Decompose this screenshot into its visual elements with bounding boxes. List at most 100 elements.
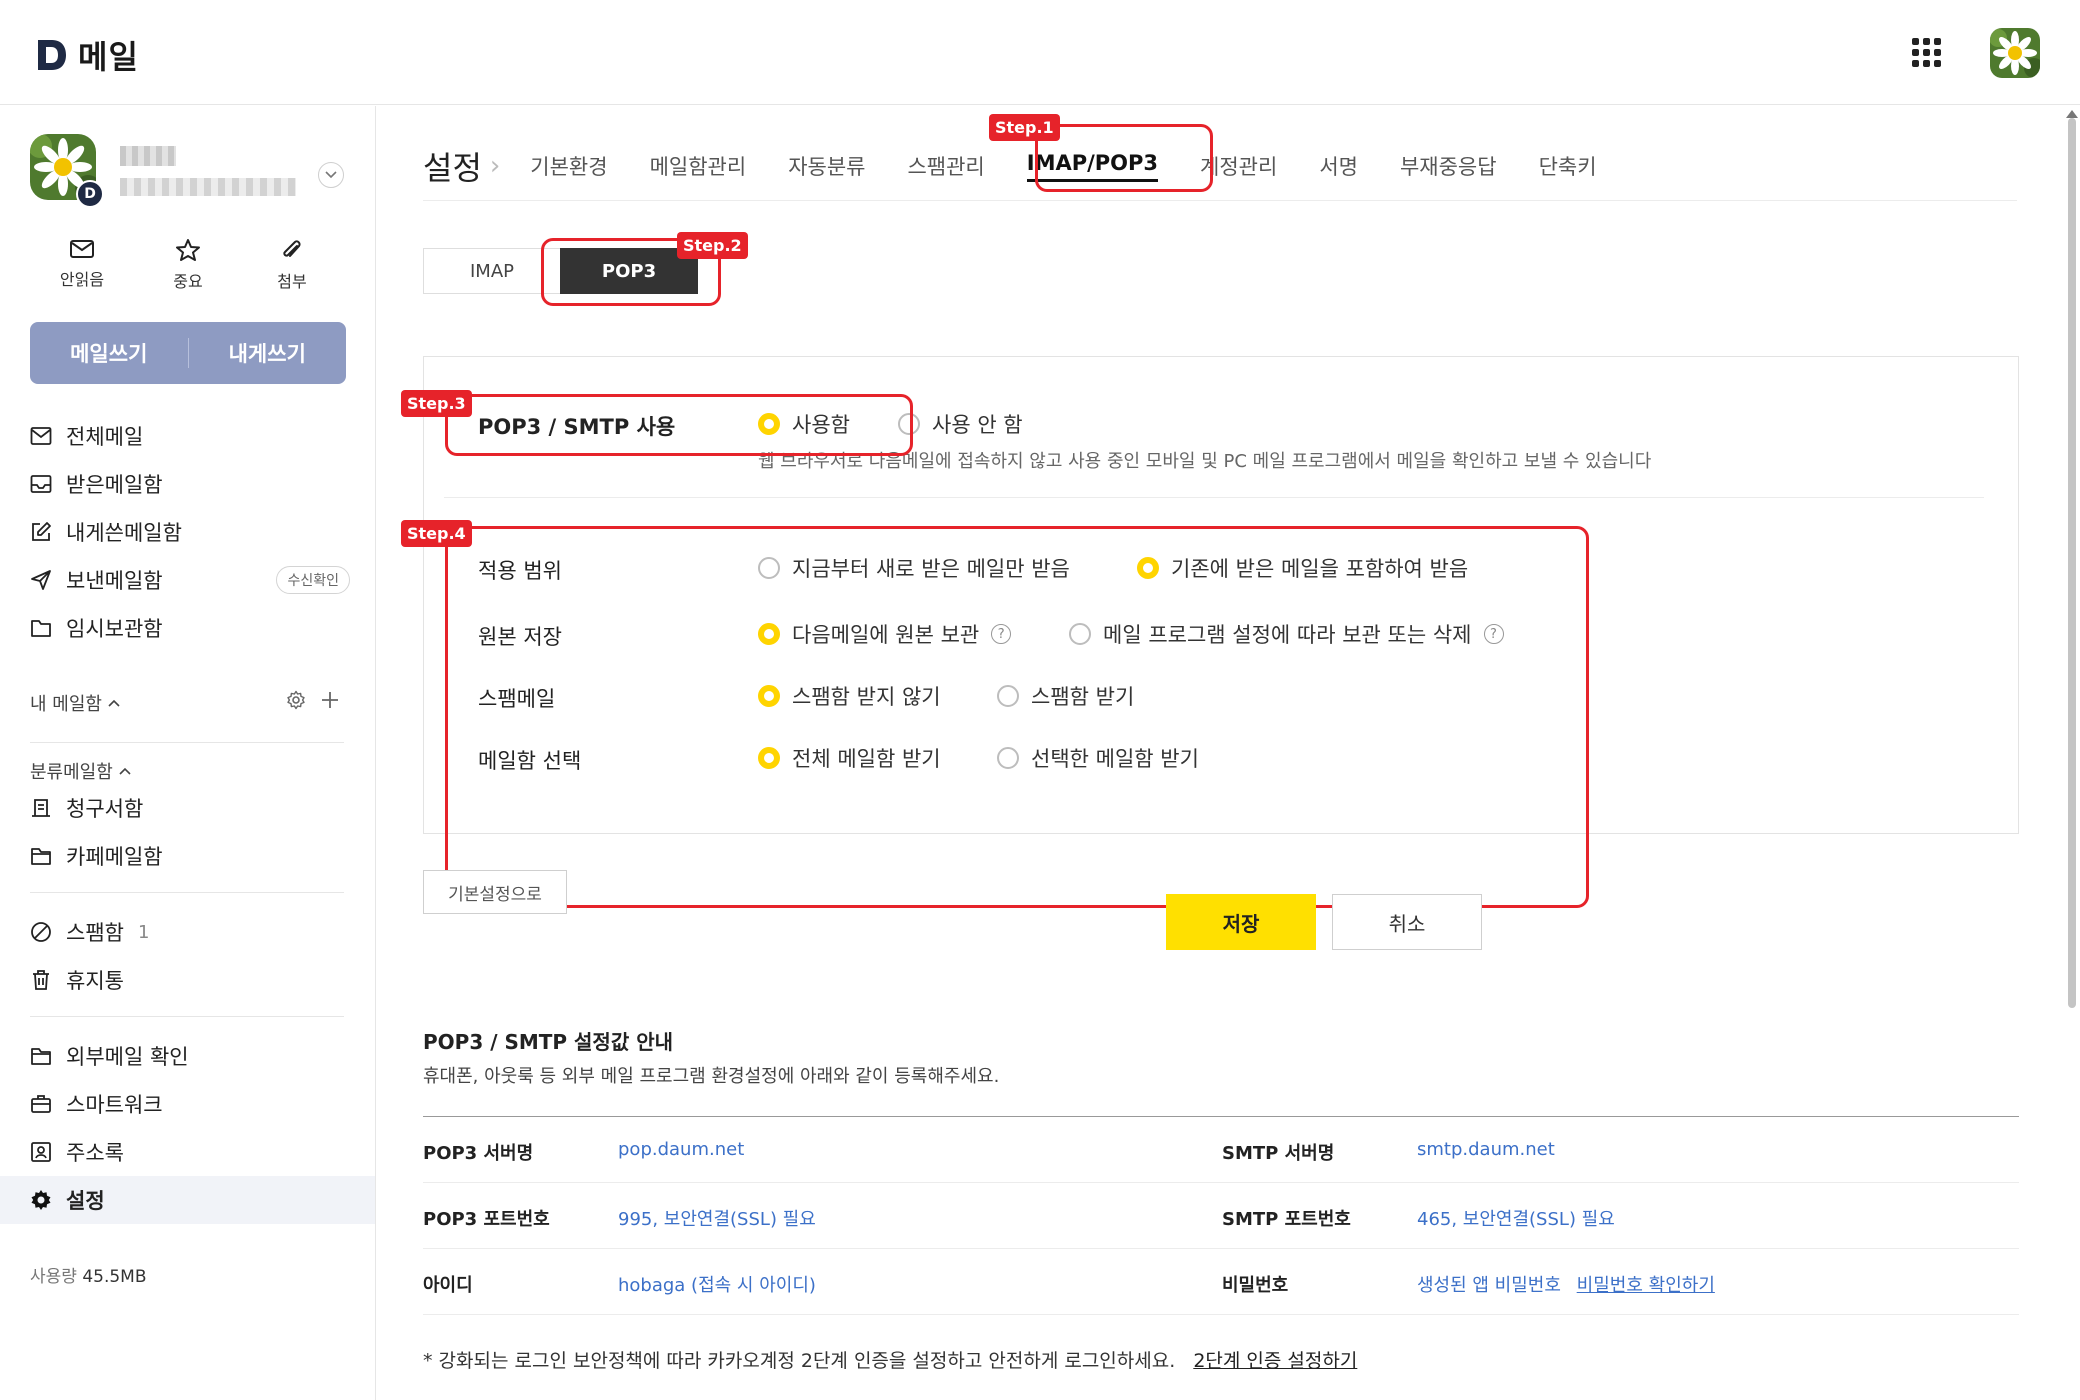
nav-item-sent[interactable]: 보낸메일함 수신확인 <box>30 560 350 600</box>
receipt-icon <box>32 799 50 817</box>
profile-email-blurred <box>120 178 296 196</box>
reset-default-button[interactable]: 기본설정으로 <box>423 870 567 914</box>
scroll-up-arrow-icon[interactable] <box>2066 110 2078 118</box>
mailbox-all-radio[interactable]: 전체 메일함 받기 <box>758 743 941 773</box>
tab-imap-pop3[interactable]: IMAP/POP3 <box>1026 151 1159 182</box>
radio-label: 스팸함 받지 않기 <box>792 685 941 709</box>
tab-spam[interactable]: 스팸관리 <box>907 151 984 181</box>
scope-new-only-radio[interactable]: 지금부터 새로 받은 메일만 받음 <box>758 553 1070 583</box>
id-key: 아이디 <box>423 1275 473 1296</box>
write-mail-button[interactable]: 메일쓰기 <box>30 338 188 368</box>
quick-unread-label: 안읽음 <box>59 270 105 289</box>
tab-auto-sort[interactable]: 자동분류 <box>788 151 865 181</box>
original-follow-program-radio[interactable]: 메일 프로그램 설정에 따라 보관 또는 삭제 ? <box>1069 619 1504 649</box>
imap-segment[interactable]: IMAP <box>423 248 561 294</box>
my-mailbox-section[interactable]: 내 메일함 <box>30 690 120 716</box>
guide-subtitle: 휴대폰, 아웃룩 등 외부 메일 프로그램 환경설정에 아래와 같이 등록해주세… <box>423 1066 1000 1087</box>
quick-important[interactable]: 중요 <box>148 238 228 292</box>
usage-value: 45.5MB <box>82 1267 147 1287</box>
check-password-link[interactable]: 비밀번호 확인하기 <box>1577 1275 1715 1296</box>
daum-logo-icon <box>38 40 66 70</box>
nav-item-settings[interactable]: 설정 <box>0 1176 375 1224</box>
nav-label: 받은메일함 <box>66 473 163 497</box>
nav-item-cafe[interactable]: 카페메일함 <box>30 836 350 876</box>
folder-icon <box>31 620 51 637</box>
scrollbar-thumb[interactable] <box>2068 118 2076 1008</box>
briefcase-icon <box>31 1095 51 1113</box>
original-keep-radio[interactable]: 다음메일에 원본 보관 ? <box>758 619 1012 649</box>
sidebar-divider <box>30 742 344 743</box>
nav-item-all-mail[interactable]: 전체메일 <box>30 416 350 456</box>
save-button[interactable]: 저장 <box>1166 894 1316 950</box>
cancel-button[interactable]: 취소 <box>1332 894 1482 950</box>
nav-item-drafts[interactable]: 임시보관함 <box>30 608 350 648</box>
section-label: 분류메일함 <box>30 762 113 783</box>
user-avatar[interactable] <box>1990 28 2040 78</box>
radio-label: 사용함 <box>792 413 850 437</box>
nav-label: 내게쓴메일함 <box>66 521 182 545</box>
radio-checked-icon <box>758 685 780 707</box>
inbox-icon <box>30 475 52 493</box>
radio-checked-icon <box>1137 557 1159 579</box>
mailbox-selected-radio[interactable]: 선택한 메일함 받기 <box>997 743 1199 773</box>
write-to-self-button[interactable]: 내게쓰기 <box>189 338 347 368</box>
pop3-use-on-radio[interactable]: 사용함 <box>758 409 850 439</box>
pop3-use-off-radio[interactable]: 사용 안 함 <box>898 409 1023 439</box>
nav-item-contacts[interactable]: 주소록 <box>30 1132 350 1172</box>
panel-divider <box>444 497 1984 498</box>
tab-account[interactable]: 계정관리 <box>1200 151 1277 181</box>
nav-label: 주소록 <box>66 1141 124 1165</box>
nav-item-inbox[interactable]: 받은메일함 <box>30 464 350 504</box>
quick-important-label: 중요 <box>173 272 203 291</box>
envelope-icon <box>70 240 94 258</box>
pop3-server-value: pop.daum.net <box>618 1139 745 1160</box>
spam-include-radio[interactable]: 스팸함 받기 <box>997 681 1134 711</box>
star-icon <box>176 239 200 261</box>
gear-icon[interactable] <box>286 690 306 710</box>
id-value: hobaga (접속 시 아이디) <box>618 1275 816 1296</box>
read-receipt-button[interactable]: 수신확인 <box>276 566 350 594</box>
nav-item-spam[interactable]: 스팸함 1 <box>30 912 350 952</box>
quick-attachment[interactable]: 첨부 <box>252 238 332 292</box>
category-section[interactable]: 분류메일함 <box>30 758 131 784</box>
pop3-server-key: POP3 서버명 <box>423 1143 534 1164</box>
radio-unchecked-icon <box>997 685 1019 707</box>
profile-dropdown-button[interactable] <box>318 162 344 188</box>
nav-item-to-me[interactable]: 내게쓴메일함 <box>30 512 350 552</box>
pop3-settings-panel: POP3 / SMTP 사용 사용함 사용 안 함 웹 브라우저로 다음메일에 … <box>423 356 2019 834</box>
two-factor-setup-link[interactable]: 2단계 인증 설정하기 <box>1193 1350 1357 1372</box>
daum-mail-logo[interactable]: 메일 <box>36 32 139 78</box>
sidebar: D 안읽음 중요 첨부 메일쓰기 내게쓰기 전체메일 받은메일함 내게쓴메일함 … <box>0 106 376 1400</box>
nav-item-external-mail[interactable]: 외부메일 확인 <box>30 1036 350 1076</box>
scope-include-existing-radio[interactable]: 기존에 받은 메일을 포함하여 받음 <box>1137 553 1468 583</box>
tab-auto-reply[interactable]: 부재중응답 <box>1400 151 1497 181</box>
spam-count: 1 <box>137 921 150 943</box>
apps-grid-icon[interactable] <box>1912 38 1942 68</box>
tabs-divider <box>423 200 2017 201</box>
tab-mailbox[interactable]: 메일함관리 <box>650 151 747 181</box>
tab-signature[interactable]: 서명 <box>1319 151 1358 181</box>
help-icon[interactable]: ? <box>1483 624 1504 644</box>
folder-icon <box>31 848 51 865</box>
daisy-avatar-icon <box>1990 28 2040 78</box>
help-icon[interactable]: ? <box>991 624 1012 644</box>
scope-label: 적용 범위 <box>478 559 562 583</box>
nav-item-bills[interactable]: 청구서함 <box>30 788 350 828</box>
password-key: 비밀번호 <box>1222 1275 1289 1296</box>
radio-label: 메일 프로그램 설정에 따라 보관 또는 삭제 <box>1103 623 1472 647</box>
server-info-table: POP3 서버명 pop.daum.net SMTP 서버명 smtp.daum… <box>423 1116 2019 1315</box>
spam-exclude-radio[interactable]: 스팸함 받지 않기 <box>758 681 941 711</box>
profile-badge: D <box>76 180 104 208</box>
nav-item-smartwork[interactable]: 스마트워크 <box>30 1084 350 1124</box>
edit-note-icon <box>32 522 51 541</box>
mailbox-select-label: 메일함 선택 <box>478 749 582 773</box>
smtp-port-value: 465, 보안연결(SSL) 필요 <box>1417 1209 1615 1230</box>
quick-unread[interactable]: 안읽음 <box>42 238 122 290</box>
nav-item-trash[interactable]: 휴지통 <box>30 960 350 1000</box>
pop3-port-value: 995, 보안연결(SSL) 필요 <box>618 1209 816 1230</box>
chevron-down-icon <box>325 171 337 179</box>
tab-shortcuts[interactable]: 단축키 <box>1539 151 1597 181</box>
nav-label: 설정 <box>66 1189 105 1213</box>
plus-icon[interactable] <box>320 690 340 710</box>
tab-basic[interactable]: 기본환경 <box>530 151 607 181</box>
